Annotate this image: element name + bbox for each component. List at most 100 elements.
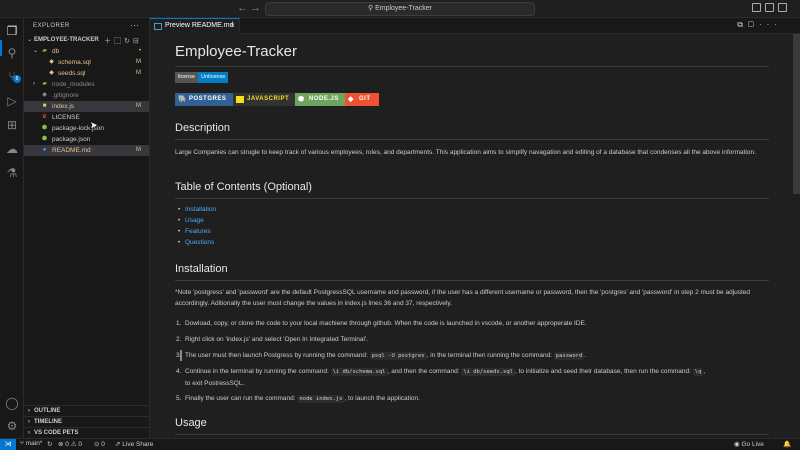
javascript-badge[interactable]: JAVASCRIPT	[233, 93, 295, 106]
install-step-5: 5. Finally the user can run the command: …	[176, 395, 420, 403]
modified-badge: M	[136, 70, 141, 76]
tree-item-label: node_modules	[52, 81, 95, 88]
preview-icon	[154, 23, 162, 30]
explorer-toolbar[interactable]: ＋▢↻⊟	[104, 36, 142, 46]
tree-item-schema-sql[interactable]: ◆ schema.sql M	[24, 57, 149, 68]
command-center-search[interactable]: ⚲ Employee-Tracker	[265, 2, 535, 16]
toc-link-usage[interactable]: • Usage	[178, 217, 204, 224]
editor-tab-bar: Preview README.md × ⧉▢···	[150, 18, 800, 34]
ports-status[interactable]: ⊙ 0	[94, 440, 105, 448]
modified-badge: M	[136, 103, 141, 109]
run-debug-icon[interactable]: ▷	[5, 94, 19, 108]
git-badge[interactable]: ◆ GIT	[345, 93, 379, 106]
folder-open-icon: ▰	[42, 48, 47, 54]
timeline-section[interactable]: › TIMELINE	[24, 416, 150, 427]
tree-item-readme-md[interactable]: ● README.md M	[24, 145, 149, 156]
modified-badge: M	[136, 147, 141, 153]
nodejs-badge[interactable]: ⬢ NODE.JS	[295, 93, 345, 106]
preview-scrollbar[interactable]	[793, 34, 800, 194]
folder-icon: ▰	[42, 81, 47, 87]
tree-item-node-modules[interactable]: › ▰ node_modules	[24, 79, 149, 90]
tree-item-package-json[interactable]: ⬢ package.json	[24, 134, 149, 145]
heading-installation: Installation	[175, 263, 228, 275]
toggle-secondary-sidebar-icon[interactable]	[778, 3, 787, 12]
search-icon[interactable]: ⚲	[5, 46, 19, 60]
problems-status[interactable]: ⊗ 0 ⚠ 0	[58, 440, 82, 448]
git-icon: ◆	[42, 92, 47, 98]
live-share-label: Live Share	[122, 441, 154, 448]
npm-icon: ⬢	[41, 125, 48, 131]
workspace-section-header[interactable]: ⌄ EMPLOYEE-TRACKER ＋▢↻⊟	[24, 35, 150, 46]
tree-item-label: .gitignore	[52, 92, 79, 99]
markdown-preview: Employee-Tracker license Unlicense 🐘 POSTG…	[150, 34, 794, 438]
ports-count: 0	[101, 441, 105, 448]
tree-item-label: README.md	[52, 147, 91, 154]
editor-actions[interactable]: ⧉▢···	[737, 20, 782, 30]
link-text: Usage	[185, 217, 204, 224]
chevron-down-icon: ⌄	[27, 37, 33, 43]
mouse-pointer-icon: ➤	[90, 120, 98, 130]
tree-item-package-lock-json[interactable]: ⬢ package-lock.json	[24, 123, 149, 134]
forward-arrow-icon[interactable]: →	[250, 2, 261, 14]
notifications-icon[interactable]: 🔔	[783, 440, 791, 448]
tree-item-db[interactable]: ⌄ ▰ db •	[24, 46, 149, 57]
go-live-status[interactable]: ◉ Go Live	[734, 440, 764, 448]
explorer-sidebar: EXPLORER ··· ⌄ EMPLOYEE-TRACKER ＋▢↻⊟ ⌄ ▰…	[24, 18, 150, 438]
remote-icon[interactable]: ⋊	[0, 439, 16, 450]
description-text: Large Companies can strugle to keep trac…	[175, 149, 756, 156]
back-arrow-icon[interactable]: ←	[237, 2, 248, 14]
explorer-icon[interactable]: ❐	[5, 24, 19, 38]
tab-label: Preview README.md	[165, 22, 234, 29]
tree-item-seeds-sql[interactable]: ◆ seeds.sql M	[24, 68, 149, 79]
nodejs-icon: ⬢	[298, 96, 305, 103]
javascript-icon	[236, 96, 244, 103]
settings-gear-icon[interactable]: ⚙	[5, 419, 19, 433]
divider	[175, 198, 769, 199]
error-count: 0	[65, 441, 69, 448]
license-badge[interactable]: license Unlicense	[175, 72, 229, 83]
active-indicator	[0, 40, 2, 56]
heading-usage: Usage	[175, 417, 207, 429]
toc-link-installation[interactable]: • Installation	[178, 206, 216, 213]
tab-preview-readme[interactable]: Preview README.md ×	[150, 18, 240, 34]
install-step-1: 1. Dowload, copy, or clone the code to yo…	[176, 320, 587, 327]
remote-explorer-icon[interactable]: ☁	[5, 142, 19, 156]
go-live-label: Go Live	[741, 441, 764, 448]
npm-icon: ⬢	[41, 136, 48, 142]
extensions-icon[interactable]: ⊞	[5, 118, 19, 132]
toc-link-features[interactable]: • Features	[178, 228, 211, 235]
tree-item-license[interactable]: ♛ LICENSE	[24, 112, 149, 123]
javascript-icon: ■	[42, 103, 47, 109]
badge-text: JAVASCRIPT	[247, 96, 290, 102]
tree-item-gitignore[interactable]: ◆ .gitignore	[24, 90, 149, 101]
chevron-down-icon: ⌄	[33, 48, 39, 54]
account-icon[interactable]: ◯	[5, 396, 19, 410]
ports-icon: ⊙	[94, 441, 100, 448]
postgres-badge[interactable]: 🐘 POSTGRES	[175, 93, 233, 106]
branch-status[interactable]: ⑂ main*	[20, 440, 42, 447]
readme-title: Employee-Tracker	[175, 43, 297, 60]
install-step-4: 4. Continue in the terminal by running th…	[176, 368, 706, 387]
tree-item-label: schema.sql	[58, 59, 91, 66]
sync-icon[interactable]: ↻	[47, 440, 52, 448]
tree-item-label: index.js	[52, 103, 75, 110]
tree-item-index-js[interactable]: ■ index.js M	[24, 101, 149, 112]
status-bar: ⋊ ⑂ main* ↻ ⊗ 0 ⚠ 0 ⊙ 0 ⇗ Live Share ◉ G…	[0, 438, 800, 450]
outline-section[interactable]: › OUTLINE	[24, 405, 150, 416]
source-control-badge: 6	[13, 75, 21, 83]
live-share-status[interactable]: ⇗ Live Share	[115, 440, 153, 448]
more-actions-icon[interactable]: ···	[130, 20, 139, 30]
link-text: Features	[185, 228, 211, 235]
toggle-panel-icon[interactable]	[765, 3, 774, 12]
tree-item-label: LICENSE	[52, 114, 80, 121]
close-icon[interactable]: ×	[230, 21, 235, 30]
toggle-sidebar-icon[interactable]	[752, 3, 761, 12]
badge-text: GIT	[359, 96, 371, 102]
toc-link-questions[interactable]: • Questions	[178, 239, 215, 246]
vscode-window: ← → ⚲ Employee-Tracker ❐ ⚲ ⑂ 6 ▷ ⊞ ☁ ⚗ ◯…	[0, 0, 800, 450]
badge-text: POSTGRES	[189, 96, 227, 102]
link-text: Questions	[185, 239, 215, 246]
vscode-pets-section[interactable]: › VS CODE PETS	[24, 427, 150, 438]
testing-icon[interactable]: ⚗	[5, 166, 19, 180]
warning-icon: ⚠	[70, 441, 77, 448]
